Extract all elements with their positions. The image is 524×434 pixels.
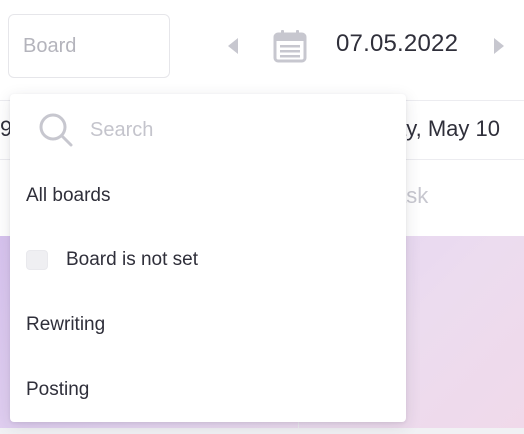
- chevron-left-icon[interactable]: [226, 36, 240, 56]
- menu-item-label: All boards: [26, 185, 111, 206]
- menu-item-rewriting[interactable]: Rewriting: [10, 295, 406, 355]
- chevron-right-icon[interactable]: [492, 36, 506, 56]
- board-dropdown: All boards Board is not set Rewriting Po…: [10, 94, 406, 422]
- current-date[interactable]: 07.05.2022: [336, 30, 458, 58]
- search-icon: [39, 113, 73, 147]
- board-not-set-checkbox[interactable]: [26, 250, 48, 270]
- board-select-placeholder: Board: [23, 34, 77, 57]
- menu-item-all-boards[interactable]: All boards: [10, 166, 406, 226]
- menu-item-label: Rewriting: [26, 314, 106, 335]
- day-header-label: ay, May 10: [394, 116, 500, 141]
- calendar-icon[interactable]: [272, 28, 308, 64]
- dropdown-search-row: [10, 94, 406, 166]
- page: 9 ay, May 10 ask Board 07.05.2022 Search…: [0, 0, 524, 434]
- toolbar: Board 07.05.2022: [0, 0, 524, 94]
- search-input[interactable]: [90, 116, 380, 144]
- bottom-strip: [0, 428, 524, 434]
- menu-item-label: Posting: [26, 379, 90, 400]
- menu-item-posting[interactable]: Posting: [10, 360, 406, 420]
- menu-item-board-not-set[interactable]: Board is not set: [10, 230, 406, 290]
- board-select[interactable]: Board: [8, 14, 170, 78]
- menu-item-label: Board is not set: [66, 249, 199, 270]
